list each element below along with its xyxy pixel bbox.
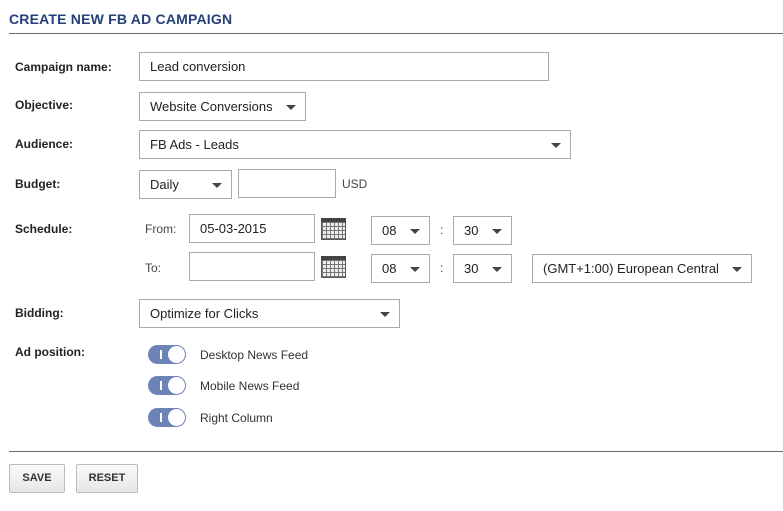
budget-currency: USD: [342, 177, 368, 191]
chevron-down-icon: [410, 267, 420, 272]
save-button[interactable]: SAVE: [9, 464, 65, 493]
budget-amount-input[interactable]: [238, 169, 336, 198]
audience-label: Audience:: [15, 137, 74, 151]
audience-value: FB Ads - Leads: [150, 137, 239, 152]
chevron-down-icon: [212, 183, 222, 188]
to-date-input[interactable]: [189, 252, 315, 281]
chevron-down-icon: [551, 143, 561, 148]
budget-period-value: Daily: [150, 177, 179, 192]
to-minute-value: 30: [464, 261, 479, 276]
bidding-select[interactable]: Optimize for Clicks: [139, 299, 400, 328]
to-hour-select[interactable]: 08: [371, 254, 430, 283]
footer-divider: [9, 451, 783, 452]
toggle-on-mark: [160, 413, 162, 422]
from-hour-select[interactable]: 08: [371, 216, 430, 245]
campaign-name-label: Campaign name:: [15, 60, 112, 74]
desktop-news-feed-label: Desktop News Feed: [200, 348, 309, 362]
title-divider: [9, 33, 783, 34]
budget-label: Budget:: [15, 177, 61, 191]
from-minute-value: 30: [464, 223, 479, 238]
toggle-on-mark: [160, 381, 162, 390]
budget-period-select[interactable]: Daily: [139, 170, 232, 199]
mobile-news-feed-toggle[interactable]: [148, 376, 186, 395]
audience-select[interactable]: FB Ads - Leads: [139, 130, 571, 159]
from-minute-select[interactable]: 30: [453, 216, 512, 245]
right-column-label: Right Column: [200, 411, 273, 425]
campaign-name-input[interactable]: Lead conversion: [139, 52, 549, 81]
objective-label: Objective:: [15, 98, 74, 112]
ad-position-label: Ad position:: [15, 345, 85, 359]
schedule-to-label: To:: [145, 261, 162, 275]
reset-button[interactable]: RESET: [76, 464, 138, 493]
timezone-select[interactable]: (GMT+1:00) European Central: [532, 254, 752, 283]
bidding-label: Bidding:: [15, 306, 64, 320]
time-separator: :: [440, 261, 444, 275]
chevron-down-icon: [732, 267, 742, 272]
calendar-icon[interactable]: [321, 218, 346, 240]
schedule-from-label: From:: [145, 222, 177, 236]
objective-select[interactable]: Website Conversions: [139, 92, 306, 121]
toggle-knob: [168, 409, 185, 426]
to-minute-select[interactable]: 30: [453, 254, 512, 283]
right-column-toggle[interactable]: [148, 408, 186, 427]
page-title: CREATE NEW FB AD CAMPAIGN: [9, 11, 233, 27]
desktop-news-feed-toggle[interactable]: [148, 345, 186, 364]
chevron-down-icon: [380, 312, 390, 317]
toggle-knob: [168, 377, 185, 394]
bidding-value: Optimize for Clicks: [150, 306, 259, 321]
mobile-news-feed-label: Mobile News Feed: [200, 379, 300, 393]
chevron-down-icon: [286, 105, 296, 110]
time-separator: :: [440, 223, 444, 237]
from-hour-value: 08: [382, 223, 397, 238]
schedule-label: Schedule:: [15, 222, 73, 236]
objective-value: Website Conversions: [150, 99, 273, 114]
calendar-icon[interactable]: [321, 256, 346, 278]
from-date-input[interactable]: 05-03-2015: [189, 214, 315, 243]
chevron-down-icon: [492, 229, 502, 234]
toggle-on-mark: [160, 350, 162, 359]
chevron-down-icon: [492, 267, 502, 272]
toggle-knob: [168, 346, 185, 363]
to-hour-value: 08: [382, 261, 397, 276]
chevron-down-icon: [410, 229, 420, 234]
timezone-value: (GMT+1:00) European Central: [543, 261, 719, 276]
